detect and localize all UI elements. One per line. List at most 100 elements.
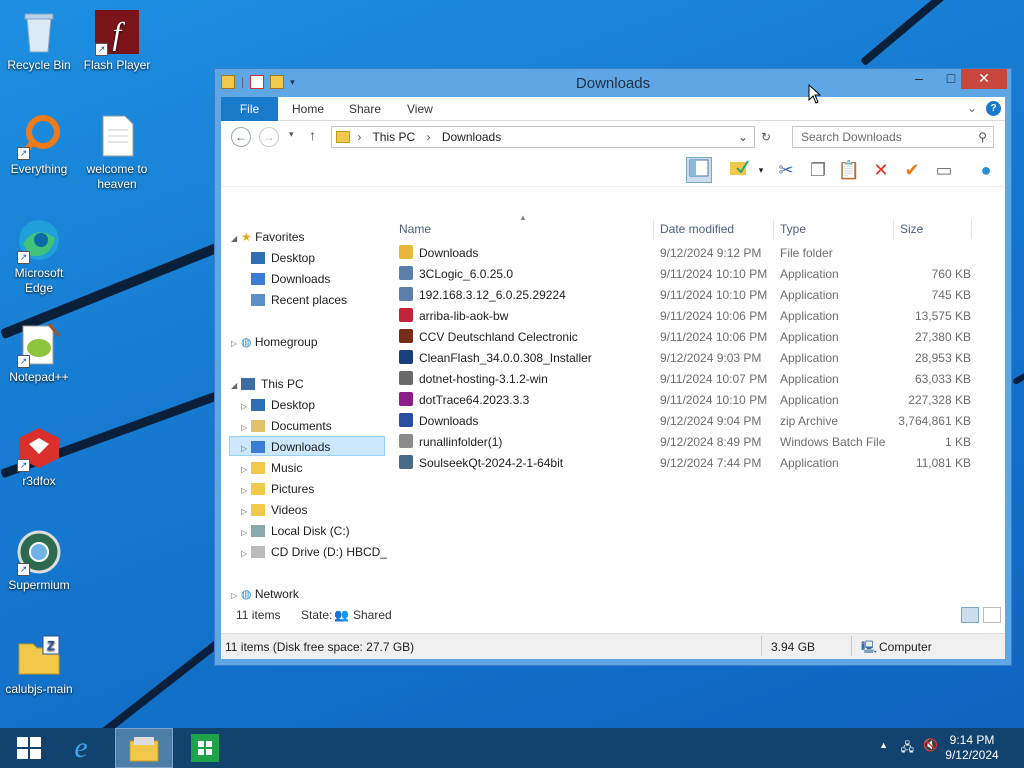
copy-icon[interactable]: ❐ bbox=[805, 157, 831, 183]
help-icon[interactable]: ? bbox=[986, 101, 1001, 116]
desktop-icon-welcome-to-heaven[interactable]: welcome to heaven bbox=[79, 112, 155, 192]
nav-pc-downloads[interactable]: ▷ Downloads bbox=[229, 436, 385, 456]
nav-fav-recent-places[interactable]: Recent places bbox=[251, 290, 347, 310]
breadcrumb-this-pc[interactable]: This PC bbox=[372, 130, 415, 144]
explorer-window[interactable]: | ▾ Downloads – □ ✕ File Home Share View… bbox=[214, 68, 1012, 666]
column-separator[interactable] bbox=[653, 219, 654, 239]
file-size: 28,953 KB bbox=[914, 351, 971, 365]
file-type: zip Archive bbox=[780, 414, 839, 428]
back-button[interactable]: ← bbox=[231, 127, 251, 147]
taskbar-internet-explorer[interactable]: e bbox=[52, 728, 110, 768]
globe-icon[interactable]: ● bbox=[973, 157, 999, 183]
expand-icon[interactable]: ▷ bbox=[231, 334, 241, 354]
file-type: Application bbox=[780, 288, 839, 302]
tab-home[interactable]: Home bbox=[279, 97, 337, 121]
column-header-type[interactable]: Type bbox=[780, 217, 806, 241]
forward-button[interactable]: → bbox=[259, 127, 279, 147]
chevron-down-icon[interactable]: ▾ bbox=[748, 157, 774, 183]
file-row[interactable]: dotnet-hosting-3.1.2-win 9/11/2024 10:07 … bbox=[395, 369, 1005, 390]
up-button[interactable]: ↑ bbox=[309, 127, 316, 143]
column-header-name[interactable]: Name bbox=[399, 217, 431, 241]
nav-fav-desktop[interactable]: Desktop bbox=[251, 248, 315, 268]
cut-icon[interactable]: ✂ bbox=[773, 157, 799, 183]
paste-icon[interactable]: 📋 bbox=[836, 157, 862, 183]
expand-icon[interactable]: ▷ bbox=[241, 544, 251, 564]
tab-share[interactable]: Share bbox=[336, 97, 394, 121]
network-status-icon[interactable]: 🖧 bbox=[901, 738, 914, 759]
nav-pc-cd-drive[interactable]: ▷ CD Drive (D:) HBCD_ bbox=[241, 542, 387, 562]
delete-icon[interactable]: ✕ bbox=[868, 157, 894, 183]
expand-icon[interactable]: ▷ bbox=[241, 523, 251, 543]
expand-icon[interactable]: ▷ bbox=[241, 502, 251, 522]
clock[interactable]: 9:14 PM 9/12/2024 bbox=[942, 733, 1002, 763]
chevron-down-icon[interactable]: ⌄ bbox=[738, 127, 748, 147]
file-row[interactable]: Downloads 9/12/2024 9:04 PM zip Archive 3,7… bbox=[395, 411, 1005, 432]
nav-pc-videos[interactable]: ▷ Videos bbox=[241, 500, 307, 520]
desktop-icon-supermium[interactable]: ↗ Supermium bbox=[1, 528, 77, 593]
minimize-button[interactable]: – bbox=[903, 69, 935, 89]
expand-icon[interactable]: ▷ bbox=[241, 418, 251, 438]
address-bar[interactable]: › This PC › Downloads ⌄ bbox=[331, 126, 755, 148]
ribbon-expand-icon[interactable]: ⌄ bbox=[967, 101, 977, 115]
file-row[interactable]: CCV Deutschland Celectronic 9/11/2024 10:… bbox=[395, 327, 1005, 348]
item-count: 11 items bbox=[236, 608, 281, 622]
column-separator[interactable] bbox=[971, 219, 972, 239]
nav-pc-music[interactable]: ▷ Music bbox=[241, 458, 302, 478]
details-view-icon[interactable] bbox=[961, 607, 979, 623]
desktop-icon-r3dfox[interactable]: ↗ r3dfox bbox=[1, 424, 77, 489]
nav-pc-local-disk[interactable]: ▷ Local Disk (C:) bbox=[241, 521, 350, 541]
expand-icon[interactable]: ▷ bbox=[241, 439, 251, 459]
column-separator[interactable] bbox=[893, 219, 894, 239]
file-name-text: runallinfolder(1) bbox=[419, 435, 503, 449]
file-row[interactable]: SoulseekQt-2024-2-1-64bit 9/12/2024 7:44 … bbox=[395, 453, 1005, 474]
nav-homegroup[interactable]: ▷ ◍ Homegroup bbox=[231, 332, 318, 352]
file-name-text: CCV Deutschland Celectronic bbox=[419, 330, 578, 344]
expand-icon[interactable]: ▷ bbox=[241, 481, 251, 501]
column-header-size[interactable]: Size bbox=[900, 217, 923, 241]
taskbar-store[interactable] bbox=[176, 728, 234, 768]
nav-pc-documents[interactable]: ▷ Documents bbox=[241, 416, 332, 436]
column-separator[interactable] bbox=[773, 219, 774, 239]
taskbar-file-explorer[interactable] bbox=[115, 728, 173, 768]
file-row[interactable]: dotTrace64.2023.3.3 9/11/2024 10:10 PM App… bbox=[395, 390, 1005, 411]
file-row[interactable]: 3CLogic_6.0.25.0 9/11/2024 10:10 PM Applic… bbox=[395, 264, 1005, 285]
breadcrumb-downloads[interactable]: Downloads bbox=[442, 130, 501, 144]
file-row[interactable]: runallinfolder(1) 9/12/2024 8:49 PM Window… bbox=[395, 432, 1005, 453]
close-button[interactable]: ✕ bbox=[961, 69, 1007, 89]
collapse-icon[interactable]: ◢ bbox=[231, 376, 241, 396]
volume-muted-icon[interactable]: 🔇 bbox=[923, 738, 938, 752]
tab-view[interactable]: View bbox=[394, 97, 446, 121]
recent-locations-icon[interactable]: ▾ bbox=[289, 129, 294, 140]
nav-fav-downloads[interactable]: Downloads bbox=[251, 269, 330, 289]
rename-icon[interactable]: ▭ bbox=[931, 157, 957, 183]
desktop-icon-calubjs-main[interactable]: Z calubjs-main bbox=[1, 632, 77, 697]
desktop-icon-everything[interactable]: ↗ Everything bbox=[1, 112, 77, 177]
column-header-date[interactable]: Date modified bbox=[660, 217, 734, 241]
tab-file[interactable]: File bbox=[221, 97, 278, 121]
nav-favorites[interactable]: ◢ ★ Favorites bbox=[231, 227, 304, 247]
nav-pc-pictures[interactable]: ▷ Pictures bbox=[241, 479, 314, 499]
preview-pane-icon[interactable] bbox=[686, 157, 712, 183]
file-row[interactable]: Downloads 9/12/2024 9:12 PM File folder bbox=[395, 243, 1005, 264]
expand-icon[interactable]: ▷ bbox=[241, 397, 251, 417]
file-type: Application bbox=[780, 351, 839, 365]
checkmark-icon[interactable]: ✔ bbox=[899, 157, 925, 183]
expand-icon[interactable]: ▷ bbox=[241, 460, 251, 480]
start-button[interactable] bbox=[0, 728, 58, 768]
desktop-icon-notepadpp[interactable]: ↗ Notepad++ bbox=[1, 320, 77, 385]
search-input[interactable]: Search Downloads ⚲ bbox=[792, 126, 994, 148]
file-row[interactable]: CleanFlash_34.0.0.308_Installer 9/12/2024… bbox=[395, 348, 1005, 369]
file-row[interactable]: arriba-lib-aok-bw 9/11/2024 10:06 PM Appli… bbox=[395, 306, 1005, 327]
large-icons-view-icon[interactable] bbox=[983, 607, 1001, 623]
file-row[interactable]: 192.168.3.12_6.0.25.29224 9/11/2024 10:10… bbox=[395, 285, 1005, 306]
title-bar[interactable]: | ▾ Downloads – □ ✕ bbox=[215, 69, 1011, 97]
desktop-icon-microsoft-edge[interactable]: ↗ Microsoft Edge bbox=[1, 216, 77, 296]
desktop-icon-recycle-bin[interactable]: Recycle Bin bbox=[1, 8, 77, 73]
nav-label: Videos bbox=[271, 503, 308, 517]
desktop-icon-flash-player[interactable]: f ↗ Flash Player bbox=[79, 8, 155, 73]
show-hidden-icons-icon[interactable]: ▲ bbox=[879, 740, 888, 750]
collapse-icon[interactable]: ◢ bbox=[231, 229, 241, 249]
nav-pc-desktop[interactable]: ▷ Desktop bbox=[241, 395, 315, 415]
nav-this-pc[interactable]: ◢ This PC bbox=[231, 374, 304, 394]
refresh-icon[interactable]: ↻ bbox=[761, 130, 771, 144]
